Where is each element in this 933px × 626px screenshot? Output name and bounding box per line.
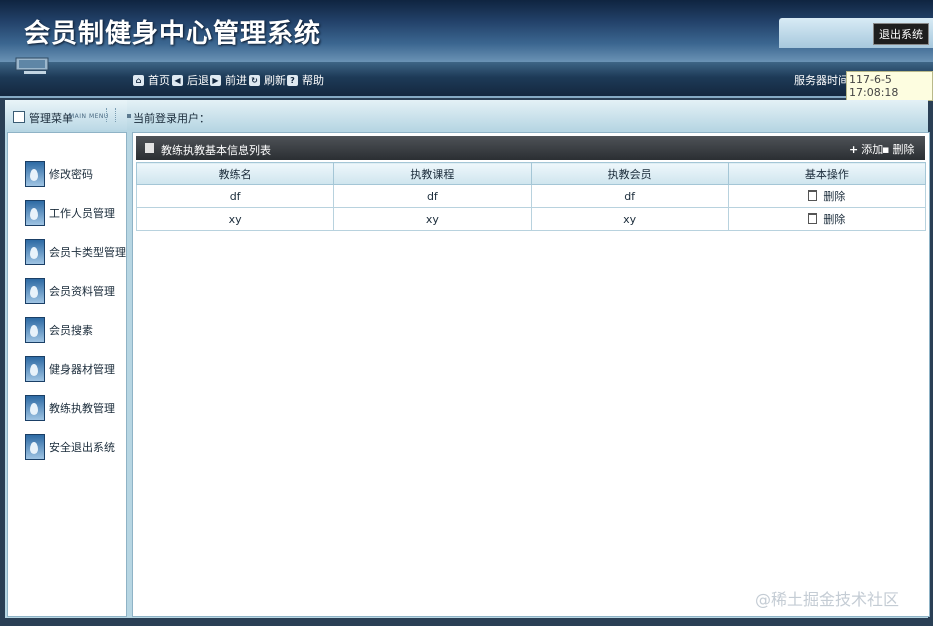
sidebar-item-label: 会员搜素 [49, 324, 93, 337]
coach-table: 教练名 执教课程 执教会员 基本操作 df df df 删除 xy xy xy … [135, 162, 927, 231]
sidebar-item-label: 健身器材管理 [49, 363, 115, 376]
refresh-icon: ↻ [249, 74, 260, 86]
nav-home-label: 首页 [148, 74, 170, 87]
add-button[interactable]: + 添加 [849, 141, 883, 157]
sidebar-item-change-password[interactable]: 修改密码 [25, 161, 125, 187]
row-delete-button[interactable]: 删除 [808, 213, 845, 226]
help-icon: ? [287, 74, 298, 86]
cell-course: xy [333, 207, 532, 231]
cell-member: df [530, 184, 729, 208]
list-header-bar: 教练执教基本信息列表 + 添加 ▪ 删除 [136, 136, 925, 160]
sidebar-item-member-profiles[interactable]: 会员资料管理 [25, 278, 125, 304]
nav-toolbar: ⌂ 首页 ◀ 后退 ▶ 前进 ↻ 刷新 ? 帮助 服务器时间： 117-6-5 … [0, 57, 933, 101]
sidebar-item-coaching[interactable]: 教练执教管理 [25, 395, 125, 421]
trash-icon [808, 190, 818, 201]
document-icon [25, 434, 45, 460]
add-label: 添加 [861, 143, 884, 156]
app-title: 会员制健身中心管理系统 [24, 19, 322, 49]
column-header: 执教会员 [530, 162, 729, 185]
nav-back-label: 后退 [187, 74, 209, 87]
cell-coach: xy [135, 207, 335, 231]
document-icon [25, 161, 45, 187]
sidebar-item-equipment[interactable]: 健身器材管理 [25, 356, 125, 382]
nav-forward-button[interactable]: ▶ 前进 [210, 72, 247, 88]
document-icon [25, 356, 45, 382]
trash-icon: ▪ [882, 142, 890, 156]
logout-button[interactable]: 退出系统 [873, 23, 929, 45]
cell-course: df [333, 184, 532, 208]
delete-label: 删除 [892, 143, 915, 156]
trash-icon [808, 213, 818, 224]
document-icon [25, 278, 45, 304]
list-icon [145, 143, 154, 153]
plus-icon: + [849, 142, 859, 156]
current-user-label: 当前登录用户： [133, 112, 210, 125]
monitor-icon [15, 57, 49, 74]
sidebar-item-label: 工作人员管理 [49, 207, 115, 220]
column-header: 执教课程 [333, 162, 532, 185]
logout-area: 退出系统 [779, 18, 933, 48]
home-icon: ⌂ [133, 74, 144, 86]
cell-coach: df [135, 184, 335, 208]
document-icon [25, 200, 45, 226]
nav-help-button[interactable]: ? 帮助 [287, 72, 324, 88]
cell-actions: 删除 [727, 184, 927, 208]
back-icon: ◀ [172, 74, 183, 86]
sidebar-item-label: 修改密码 [49, 168, 93, 181]
row-delete-label: 删除 [823, 213, 846, 226]
nav-help-label: 帮助 [302, 74, 324, 87]
nav-refresh-button[interactable]: ↻ 刷新 [249, 72, 286, 88]
sidebar-item-card-types[interactable]: 会员卡类型管理 [25, 239, 126, 265]
document-icon [25, 395, 45, 421]
table-row: df df df 删除 [135, 184, 927, 208]
forward-icon: ▶ [210, 74, 221, 86]
bullet-icon [127, 114, 131, 118]
row-delete-button[interactable]: 删除 [808, 190, 845, 203]
watermark: @稀土掘金技术社区 [755, 590, 900, 609]
sidebar-item-staff[interactable]: 工作人员管理 [25, 200, 125, 226]
nav-forward-label: 前进 [225, 74, 247, 87]
nav-refresh-label: 刷新 [264, 74, 286, 87]
nav-home-button[interactable]: ⌂ 首页 [133, 72, 170, 88]
menu-title: 管理菜单 [29, 112, 73, 125]
document-icon [25, 317, 45, 343]
cell-member: xy [530, 207, 729, 231]
sidebar-item-member-search[interactable]: 会员搜素 [25, 317, 125, 343]
server-time: 117-6-5 17:08:18 [846, 71, 933, 101]
table-row: xy xy xy 删除 [135, 207, 927, 231]
sidebar-item-logout[interactable]: 安全退出系统 [25, 434, 125, 460]
menu-divider [106, 108, 116, 122]
row-delete-label: 删除 [823, 190, 846, 203]
nav-back-button[interactable]: ◀ 后退 [172, 72, 209, 88]
current-user-bar: 当前登录用户： [127, 100, 928, 130]
list-title: 教练执教基本信息列表 [161, 144, 271, 157]
sidebar-item-label: 教练执教管理 [49, 402, 115, 415]
sidebar-item-label: 会员资料管理 [49, 285, 115, 298]
column-header: 基本操作 [727, 162, 927, 185]
header-bar: 会员制健身中心管理系统 退出系统 [0, 0, 933, 62]
menu-header: 管理菜单 MAIN MENU [5, 100, 128, 130]
column-header: 教练名 [135, 162, 335, 185]
main-frame: 管理菜单 MAIN MENU 当前登录用户： 修改密码 工作人员管理 会员卡类型… [5, 100, 930, 618]
document-icon [25, 239, 45, 265]
cell-actions: 删除 [727, 207, 927, 231]
content-panel: 教练执教基本信息列表 + 添加 ▪ 删除 教练名 执教课程 执教会员 基本操作 [132, 132, 930, 617]
table-header-row: 教练名 执教课程 执教会员 基本操作 [135, 162, 927, 185]
menu-icon [13, 111, 25, 123]
delete-button[interactable]: ▪ 删除 [882, 141, 914, 157]
menu-subtitle: MAIN MENU [69, 113, 109, 120]
sidebar-item-label: 会员卡类型管理 [49, 246, 126, 259]
sidebar-item-label: 安全退出系统 [49, 441, 115, 454]
sidebar-menu: 修改密码 工作人员管理 会员卡类型管理 会员资料管理 会员搜素 健身器材管理 教… [7, 132, 127, 617]
